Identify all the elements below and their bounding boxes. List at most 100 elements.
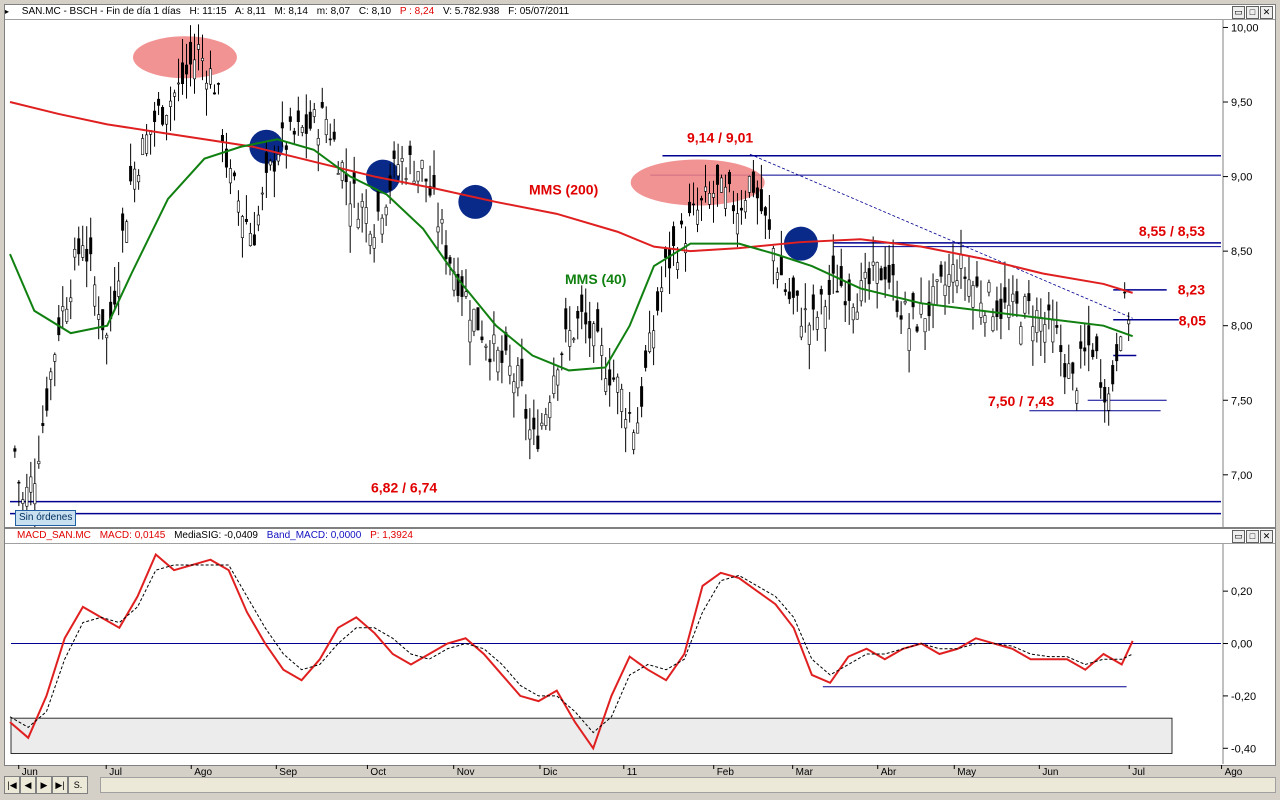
level-682-label: 6,82 / 6,74 — [371, 480, 437, 496]
candle-body — [244, 218, 248, 222]
candle-body — [25, 486, 29, 507]
candle-body — [652, 330, 656, 349]
macd-window-buttons: ▭ □ ✕ — [1232, 530, 1273, 543]
candle-body — [855, 311, 859, 320]
candle-body — [29, 476, 33, 493]
candle-body — [823, 306, 827, 329]
candle-body — [412, 180, 416, 184]
macd-tick-label: 0,20 — [1231, 586, 1252, 598]
horizontal-scrollbar[interactable] — [100, 777, 1276, 793]
candle-body — [129, 165, 133, 182]
macd-chart[interactable]: 0,20 0,00 -0,20 -0,40 — [5, 544, 1275, 764]
candle-body — [212, 92, 216, 95]
candle-body — [1087, 325, 1091, 346]
candle-body — [548, 402, 552, 418]
candle-body — [161, 107, 165, 125]
candle-body — [791, 277, 795, 298]
candle-body — [376, 191, 380, 212]
candle-body — [420, 160, 424, 169]
system-menu-icon[interactable]: ▸ — [5, 5, 13, 17]
candle-body — [532, 417, 536, 430]
crossover-circle — [458, 184, 493, 219]
candle-body — [723, 186, 727, 209]
candle-body — [348, 203, 352, 227]
candle-body — [1023, 296, 1027, 314]
candle-body — [584, 312, 588, 325]
candle-body — [568, 330, 572, 347]
candle-body — [480, 336, 484, 341]
candle-body — [743, 200, 747, 213]
candle-body — [21, 499, 25, 504]
candle-body — [588, 321, 592, 339]
x-tick-label: Jul — [109, 767, 122, 777]
macd-signal-line — [9, 564, 1133, 734]
candle-body — [628, 412, 632, 414]
last-icon[interactable]: ▶| — [52, 776, 68, 794]
candle-body — [320, 102, 324, 108]
x-tick-label: 11 — [627, 767, 638, 777]
candle-body — [1071, 362, 1075, 374]
candle-body — [41, 423, 45, 426]
candle-body — [943, 284, 947, 296]
first-icon[interactable]: |◀ — [4, 776, 20, 794]
candle-body — [1039, 317, 1043, 332]
maximize-icon[interactable]: □ — [1246, 6, 1259, 19]
candle-body — [1103, 387, 1107, 403]
candle-body — [440, 218, 444, 224]
candle-body — [1095, 336, 1099, 352]
candle-body — [408, 145, 412, 155]
candle-body — [1019, 326, 1023, 345]
candle-body — [799, 325, 803, 338]
candle-body — [332, 131, 336, 140]
candle-body — [807, 324, 811, 345]
candle-body — [89, 237, 93, 255]
candle-body — [739, 207, 743, 211]
candle-body — [13, 448, 17, 452]
close-icon[interactable]: ✕ — [1260, 530, 1273, 543]
candle-body — [444, 245, 448, 260]
price-tick-label: 10,00 — [1231, 22, 1259, 34]
price-tick-label: 9,00 — [1231, 172, 1252, 184]
candle-body — [416, 171, 420, 182]
minimize-icon[interactable]: ▭ — [1232, 530, 1245, 543]
candle-body — [907, 328, 911, 351]
candle-body — [260, 192, 264, 195]
candle-body — [133, 168, 137, 190]
candle-body — [492, 334, 496, 345]
candle-body — [891, 263, 895, 276]
candle-body — [300, 127, 304, 133]
candle-body — [1123, 291, 1127, 294]
candle-body — [236, 200, 240, 213]
minimize-icon[interactable]: ▭ — [1232, 6, 1245, 19]
price-chart[interactable]: 10,00 9,50 9,00 8,50 8,00 7,50 7,00 MMS (200) M… — [5, 20, 1275, 527]
candle-body — [879, 268, 883, 281]
maximize-icon[interactable]: □ — [1246, 530, 1259, 543]
candle-body — [1115, 344, 1119, 362]
candle-body — [368, 233, 372, 246]
candle-body — [664, 248, 668, 258]
candle-body — [165, 115, 169, 125]
candle-body — [887, 264, 891, 283]
level-823-label: 8,23 — [1178, 281, 1205, 297]
candle-body — [169, 100, 173, 107]
next-icon[interactable]: ▶ — [36, 776, 52, 794]
candle-body — [576, 310, 580, 319]
prev-icon[interactable]: ◀ — [20, 776, 36, 794]
candle-body — [1099, 382, 1103, 388]
candle-body — [308, 111, 312, 129]
level-914-label: 9,14 / 9,01 — [687, 129, 753, 145]
candle-body — [564, 308, 568, 330]
close-icon[interactable]: ✕ — [1260, 6, 1273, 19]
price-tick-label: 7,50 — [1231, 395, 1252, 407]
candle-body — [580, 294, 584, 312]
candle-body — [827, 279, 831, 295]
candle-body — [93, 284, 97, 307]
candle-body — [895, 300, 899, 312]
x-tick-label: Sep — [279, 767, 297, 777]
no-orders-badge[interactable]: Sin órdenes — [15, 510, 77, 526]
candle-body — [763, 207, 767, 216]
candle-body — [153, 110, 157, 123]
scale-mode-button[interactable]: S. — [68, 776, 88, 794]
candle-body — [903, 301, 907, 304]
candle-body — [656, 291, 660, 311]
